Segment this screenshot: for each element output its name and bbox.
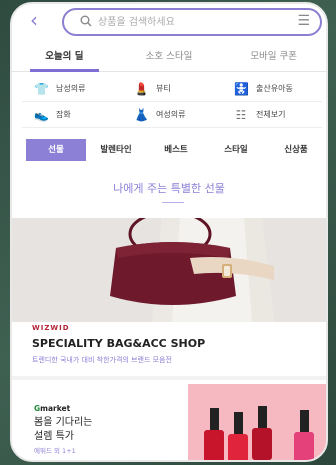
shirt-icon: 👕: [34, 81, 49, 96]
theme-tab-gift[interactable]: 선물: [26, 139, 86, 161]
promo-subtitle: 에뛰드 외 1+1: [34, 447, 76, 455]
stroller-icon: 🚼: [234, 81, 249, 96]
back-button[interactable]: ‹: [30, 10, 38, 30]
top-bar: ‹ ☰: [12, 4, 326, 42]
main-tabs: 오늘의 딜 소호 스타일 모바일 쿠폰: [12, 44, 326, 72]
search-icon: [80, 15, 92, 27]
category-label: 남성의류: [56, 84, 86, 93]
banner-subtitle: 트렌디한 국내가 대비 착한가격의 브랜드 모음전: [32, 356, 172, 364]
category-row: 👟 잡화 👗 여성의류 ☷ 전체보기: [22, 102, 322, 128]
category-label: 잡화: [56, 110, 71, 119]
search-box[interactable]: ☰: [62, 8, 322, 36]
tab-mobile-coupon[interactable]: 모바일 쿠폰: [221, 44, 326, 71]
search-input[interactable]: [98, 13, 248, 31]
shoe-icon: 👟: [34, 107, 49, 122]
category-label: 여성의류: [156, 110, 186, 119]
category-womens-clothing[interactable]: 👗 여성의류: [122, 102, 222, 127]
gmarket-logo-text: market: [40, 404, 71, 413]
gmarket-logo: Gmarket: [34, 404, 70, 413]
category-label: 뷰티: [156, 84, 171, 93]
tab-soho-style[interactable]: 소호 스타일: [117, 44, 222, 71]
tab-todays-deal[interactable]: 오늘의 딜: [12, 44, 117, 72]
lipstick-icon: 💄: [134, 81, 149, 96]
theme-tab-style[interactable]: 스타일: [206, 139, 266, 161]
promo-card[interactable]: Gmarket 봄을 기다리는 설렘 특가 에뛰드 외 1+1: [12, 380, 326, 460]
banner-title[interactable]: SPECIALITY BAG&ACC SHOP: [32, 337, 205, 350]
theme-tabs: 선물 발렌타인 베스트 스타일 신상품: [26, 138, 326, 162]
theme-tab-best[interactable]: 베스트: [146, 139, 206, 161]
phone-screen: ‹ ☰ 오늘의 딜 소호 스타일 모바일 쿠폰 👕 남성의류 💄 뷰티 �: [10, 2, 328, 462]
theme-tab-new[interactable]: 신상품: [266, 139, 326, 161]
nail-polish-photo: [188, 384, 326, 460]
category-label: 출산유아동: [256, 84, 293, 93]
handbag-photo: [12, 218, 326, 322]
promo-title: 봄을 기다리는 설렘 특가: [34, 417, 93, 442]
banner-image[interactable]: [12, 218, 326, 322]
menu-icon[interactable]: ☰: [297, 13, 310, 29]
category-row: 👕 남성의류 💄 뷰티 🚼 출산유아동: [22, 76, 322, 102]
category-label: 전체보기: [256, 110, 286, 119]
category-mens-clothing[interactable]: 👕 남성의류: [22, 76, 122, 101]
theme-tab-valentine[interactable]: 발렌타인: [86, 139, 146, 161]
category-view-all[interactable]: ☷ 전체보기: [222, 102, 322, 127]
list-icon: ☷: [235, 107, 247, 122]
brand-logo: WIZWID: [32, 324, 70, 332]
section-title: 나에게 주는 특별한 선물: [113, 182, 225, 195]
category-grid: 👕 남성의류 💄 뷰티 🚼 출산유아동 👟 잡화 👗 여성의류 ☷ 전체보기: [22, 76, 322, 128]
category-beauty[interactable]: 💄 뷰티: [122, 76, 222, 101]
dress-icon: 👗: [134, 107, 149, 122]
nail-polish-bottles: [188, 384, 326, 460]
category-baby-kids[interactable]: 🚼 출산유아동: [222, 76, 322, 101]
category-accessories[interactable]: 👟 잡화: [22, 102, 122, 127]
title-divider: [162, 202, 184, 203]
